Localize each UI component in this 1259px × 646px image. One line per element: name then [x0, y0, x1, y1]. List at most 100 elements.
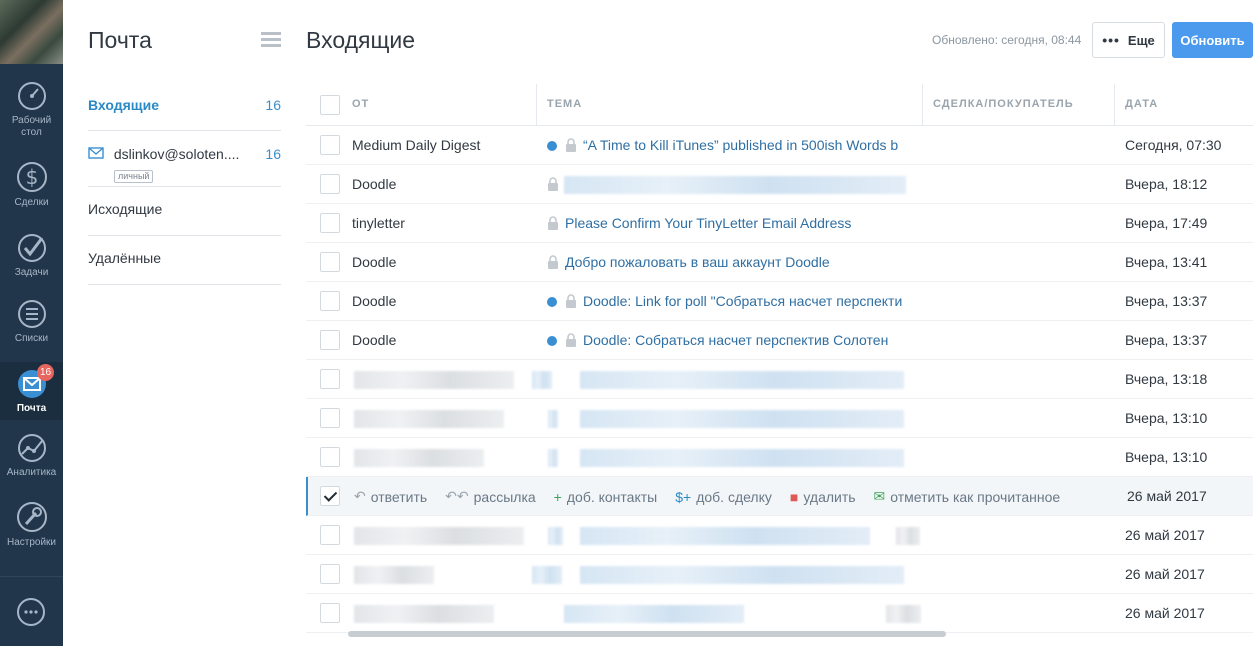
action-reply-all[interactable]: ↶↶ рассылка: [445, 488, 536, 505]
date: Вчера, 13:41: [1125, 254, 1208, 270]
date: Сегодня, 07:30: [1125, 137, 1222, 153]
horizontal-scrollbar[interactable]: [348, 631, 946, 637]
redacted-text: [354, 527, 524, 545]
row-checkbox[interactable]: [320, 252, 340, 272]
rail-item-settings[interactable]: Настройки: [0, 500, 63, 556]
table-row[interactable]: 26 май 2017: [306, 594, 1253, 633]
row-checkbox[interactable]: [320, 369, 340, 389]
row-checkbox[interactable]: [320, 603, 340, 623]
column-header-date[interactable]: ДАТА: [1125, 98, 1158, 110]
action-label: рассылка: [473, 488, 536, 505]
menu-icon[interactable]: [261, 32, 281, 48]
table-row[interactable]: Doodle Doodle: Link for poll "Собраться н…: [306, 282, 1253, 321]
select-all-checkbox[interactable]: [320, 95, 340, 115]
unread-dot: [547, 141, 557, 151]
table-row[interactable]: ↶ ответить ↶↶ рассылка + доб. контакты $+ доб. …: [306, 477, 1253, 516]
table-row[interactable]: Вчера, 13:10: [306, 438, 1253, 477]
date: 26 май 2017: [1127, 488, 1207, 504]
rail-label-settings: Настройки: [6, 537, 57, 548]
action-open-envelope[interactable]: ✉ отметить как прочитанное: [874, 488, 1061, 505]
action-trash[interactable]: ■ удалить: [790, 488, 856, 505]
table-row[interactable]: Вчера, 13:18: [306, 360, 1253, 399]
date: Вчера, 18:12: [1125, 176, 1208, 192]
table-row[interactable]: Doodle Добро пожаловать в ваш аккаунт Doo…: [306, 243, 1253, 282]
column-divider: [536, 84, 537, 126]
folder-account-label: dslinkov@soloten....: [113, 146, 240, 162]
column-header-from[interactable]: ОТ: [352, 98, 369, 110]
refresh-button-label: Обновить: [1180, 32, 1245, 48]
more-button[interactable]: ••• Еще: [1092, 22, 1165, 58]
date: Вчера, 13:18: [1125, 371, 1208, 387]
folders-title: Почта: [88, 27, 152, 53]
folder-inbox-label: Входящие: [88, 97, 159, 113]
subject-cell[interactable]: Doodle: Собраться насчет перспектив Соло…: [547, 332, 907, 348]
folder-deleted[interactable]: Удалённые: [88, 250, 281, 266]
table-row[interactable]: 26 май 2017: [306, 555, 1253, 594]
open-envelope-icon: ✉: [873, 488, 886, 504]
subject-cell[interactable]: “A Time to Kill iTunes” published in 500…: [547, 137, 907, 153]
chat-icon[interactable]: [16, 597, 46, 627]
action-label: отметить как прочитанное: [890, 488, 1061, 505]
folder-deleted-label: Удалённые: [88, 250, 162, 266]
sender: Doodle: [352, 176, 397, 192]
folder-outbox[interactable]: Исходящие: [88, 201, 281, 217]
table-row[interactable]: Doodle Doodle: Собраться насчет перспекти…: [306, 321, 1253, 360]
lock-icon: [566, 333, 576, 347]
action-reply[interactable]: ↶ ответить: [354, 488, 427, 505]
main-area: Входящие Обновлено: сегодня, 08:44 ••• Е…: [306, 0, 1259, 646]
rail-item-mail[interactable]: 16 Почта: [0, 362, 63, 420]
add-deal-icon: $+: [675, 488, 692, 505]
action-add-contact[interactable]: + доб. контакты: [554, 488, 658, 505]
rail-label-mail: Почта: [16, 403, 47, 414]
sender: tinyletter: [352, 215, 405, 231]
sender: Doodle: [352, 332, 397, 348]
redacted-text: [548, 410, 558, 428]
row-checkbox[interactable]: [320, 486, 340, 506]
reply-all-icon: ↶↶: [445, 488, 469, 504]
row-checkbox[interactable]: [320, 291, 340, 311]
table-row[interactable]: Doodle Вчера, 18:12: [306, 165, 1253, 204]
date: Вчера, 17:49: [1125, 215, 1208, 231]
rail-item-analytics[interactable]: Аналитика: [0, 432, 63, 484]
row-checkbox[interactable]: [320, 135, 340, 155]
unread-dot: [547, 336, 557, 346]
folder-inbox[interactable]: Входящие 16: [88, 97, 281, 113]
row-checkbox[interactable]: [320, 447, 340, 467]
lock-icon: [566, 294, 576, 308]
date: 26 май 2017: [1125, 527, 1205, 543]
speedometer-icon: [17, 82, 46, 110]
redacted-text: [548, 449, 558, 467]
rail-item-deals[interactable]: $ Сделки: [0, 160, 63, 216]
action-add-deal[interactable]: $+ доб. сделку: [675, 488, 772, 505]
sender: Doodle: [352, 293, 397, 309]
divider: [88, 284, 281, 285]
subject-cell[interactable]: Please Confirm Your TinyLetter Email Add…: [547, 215, 907, 231]
rail-item-dashboard[interactable]: Рабочий стол: [0, 80, 63, 146]
rail-item-lists[interactable]: Списки: [0, 298, 63, 352]
subject: Добро пожаловать в ваш аккаунт Doodle: [565, 254, 830, 270]
date: Вчера, 13:37: [1125, 332, 1208, 348]
row-checkbox[interactable]: [320, 525, 340, 545]
subject-cell[interactable]: Добро пожаловать в ваш аккаунт Doodle: [547, 254, 907, 270]
lock-icon: [548, 216, 558, 230]
table-row[interactable]: Вчера, 13:10: [306, 399, 1253, 438]
subject-cell[interactable]: Doodle: Link for poll "Собраться насчет …: [547, 293, 907, 309]
folder-account[interactable]: dslinkov@soloten.... 16 личный: [88, 146, 281, 183]
row-checkbox[interactable]: [320, 174, 340, 194]
date: Вчера, 13:10: [1125, 449, 1208, 465]
table-row[interactable]: tinyletter Please Confirm Your TinyLetter…: [306, 204, 1253, 243]
row-checkbox[interactable]: [320, 330, 340, 350]
column-header-deal[interactable]: СДЕЛКА/ПОКУПАТЕЛЬ: [933, 98, 1074, 110]
refresh-button[interactable]: Обновить: [1172, 22, 1253, 58]
column-header-subject[interactable]: ТЕМА: [547, 98, 582, 110]
column-divider: [1114, 84, 1115, 126]
table-row[interactable]: Medium Daily Digest “A Time to Kill iTune…: [306, 126, 1253, 165]
subject: Doodle: Link for poll "Собраться насчет …: [583, 293, 903, 309]
row-checkbox[interactable]: [320, 408, 340, 428]
row-checkbox[interactable]: [320, 213, 340, 233]
table-row[interactable]: 26 май 2017: [306, 516, 1253, 555]
user-avatar[interactable]: [0, 0, 63, 64]
action-label: доб. сделку: [696, 488, 772, 505]
row-checkbox[interactable]: [320, 564, 340, 584]
rail-item-tasks[interactable]: Задачи: [0, 232, 63, 284]
